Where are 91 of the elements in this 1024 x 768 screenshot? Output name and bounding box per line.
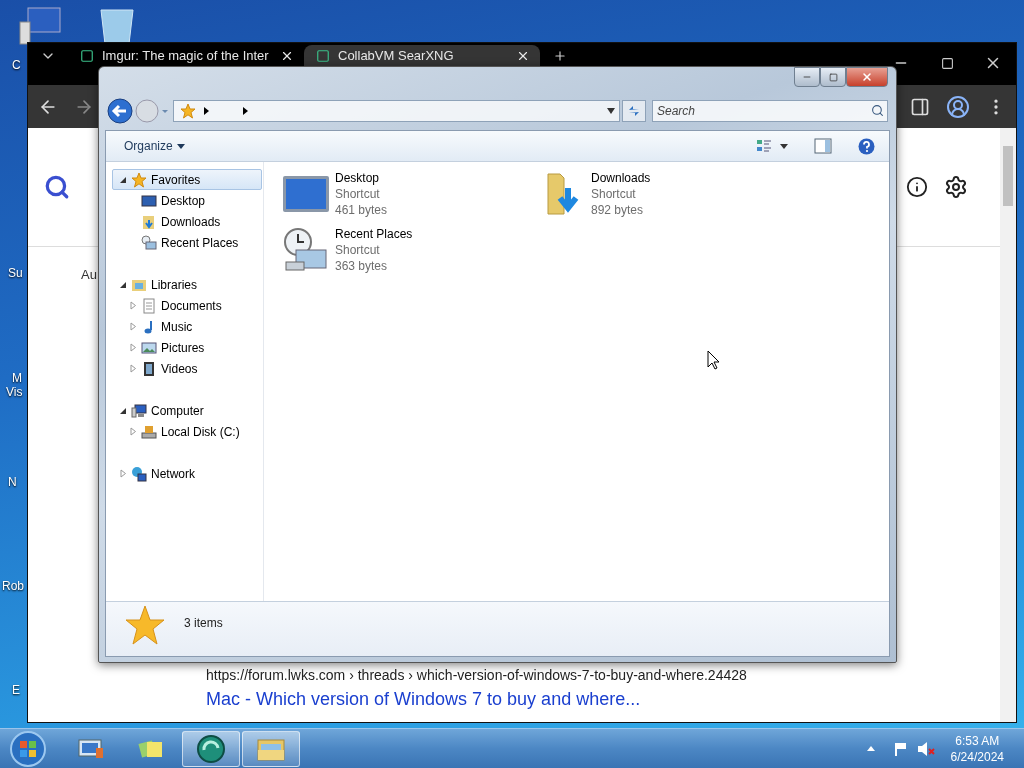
recent-places-icon (141, 234, 157, 251)
search-icon[interactable] (44, 174, 70, 200)
view-list-icon[interactable] (756, 138, 772, 154)
nav-item[interactable]: Libraries (112, 274, 262, 295)
scrollbar[interactable] (1000, 128, 1016, 722)
back-icon[interactable] (107, 98, 133, 124)
refresh-icon[interactable] (627, 104, 641, 118)
item-count: 3 items (184, 615, 223, 632)
caret-icon[interactable] (607, 108, 615, 114)
info-icon[interactable] (906, 176, 928, 198)
show-hidden-icon[interactable] (866, 746, 875, 751)
file-size: 461 bytes (335, 202, 388, 218)
site-icon (316, 48, 330, 63)
icon-label: Vis (6, 385, 23, 399)
app-orb-icon[interactable] (196, 733, 226, 764)
download-folder-icon (141, 213, 157, 230)
maximize-button[interactable] (820, 67, 846, 87)
expanded-arrow-icon[interactable] (119, 175, 127, 184)
nav-item[interactable]: Recent Places (112, 232, 262, 253)
refresh-button[interactable] (622, 100, 646, 122)
nav-item[interactable]: Favorites (112, 169, 262, 190)
file-name[interactable]: Desktop (335, 170, 388, 186)
star-icon (180, 103, 196, 119)
preview-pane-icon[interactable] (814, 138, 832, 154)
icon-label: E (12, 683, 20, 697)
help-icon[interactable] (858, 137, 875, 155)
flag-icon[interactable] (892, 740, 909, 757)
partial-text: Au (81, 267, 97, 282)
nav-item[interactable]: Desktop (112, 190, 262, 211)
file-name[interactable]: Recent Places (335, 226, 413, 242)
side-panel-icon[interactable] (910, 96, 930, 117)
nav-item[interactable]: Network (112, 463, 262, 484)
icon-label: N (8, 475, 17, 489)
expanded-arrow-icon[interactable] (119, 406, 127, 415)
caret-icon[interactable] (176, 143, 185, 149)
nav-item[interactable]: Local Disk (C:) (112, 421, 262, 442)
star-icon (131, 171, 147, 188)
drive-icon (141, 423, 157, 440)
collapsed-arrow-icon[interactable] (129, 301, 137, 310)
settings-icon[interactable] (944, 175, 968, 199)
breadcrumb-arrow-icon[interactable] (243, 107, 248, 115)
result-link[interactable]: Mac - Which version of Windows 7 to buy and where... (206, 689, 1000, 710)
collapsed-arrow-icon[interactable] (129, 322, 137, 331)
file-type: Shortcut (335, 186, 381, 202)
taskbar-button[interactable] (182, 730, 240, 767)
nav-item[interactable]: Downloads (112, 211, 262, 232)
search-icon[interactable] (871, 104, 884, 117)
computer-icon[interactable] (18, 6, 62, 46)
new-tab-icon[interactable] (553, 48, 567, 63)
result-url: https://forum.lwks.com › threads › which-version-of-windows-7-to-buy-and-where.24428 (206, 667, 748, 683)
file-size: 892 bytes (591, 202, 645, 218)
site-icon (80, 48, 94, 63)
file-name[interactable]: Downloads (591, 170, 651, 186)
collapsed-arrow-icon[interactable] (129, 427, 137, 436)
collapsed-arrow-icon[interactable] (129, 364, 137, 373)
icon-label: Su (8, 266, 23, 280)
file-type: Shortcut (591, 186, 637, 202)
film-icon (141, 360, 157, 377)
clock-date[interactable]: 6/24/2024 (950, 748, 1004, 765)
computer-icon (131, 402, 147, 419)
document-icon (141, 297, 157, 314)
start-button[interactable] (8, 729, 48, 768)
minimize-button[interactable] (794, 67, 820, 87)
profile-icon[interactable] (946, 94, 970, 119)
collapsed-arrow-icon[interactable] (129, 343, 137, 352)
breadcrumb-arrow-icon[interactable] (204, 107, 209, 115)
browser-tab[interactable]: CollabVM SearXNG (304, 45, 540, 66)
nav-item[interactable]: Documents (112, 295, 262, 316)
browser-tab[interactable]: Imgur: The magic of the Inter (68, 45, 304, 66)
nav-item[interactable]: Videos (112, 358, 262, 379)
caret-icon[interactable] (780, 143, 788, 149)
icon-label: C (12, 58, 21, 72)
monitor-icon (141, 192, 157, 209)
recent-places-icon[interactable] (282, 226, 330, 274)
file-type: Shortcut (335, 242, 381, 258)
muted-speaker-icon[interactable] (916, 740, 935, 757)
organize-button[interactable]: Organize (118, 137, 191, 155)
nav-item[interactable]: Pictures (112, 337, 262, 358)
file-size: 363 bytes (335, 258, 389, 274)
network-icon (131, 465, 147, 482)
nav-item[interactable]: Computer (112, 400, 262, 421)
cursor-icon (707, 350, 721, 370)
nav-item[interactable]: Music (112, 316, 262, 337)
picture-icon (141, 339, 157, 356)
collapsed-arrow-icon[interactable] (119, 469, 127, 478)
close-button[interactable] (846, 67, 888, 87)
expanded-arrow-icon[interactable] (119, 280, 127, 289)
star-icon (124, 604, 166, 648)
icon-label: Rob (2, 579, 24, 593)
search-field[interactable]: Search (652, 100, 888, 122)
icon-label: M (12, 371, 22, 385)
